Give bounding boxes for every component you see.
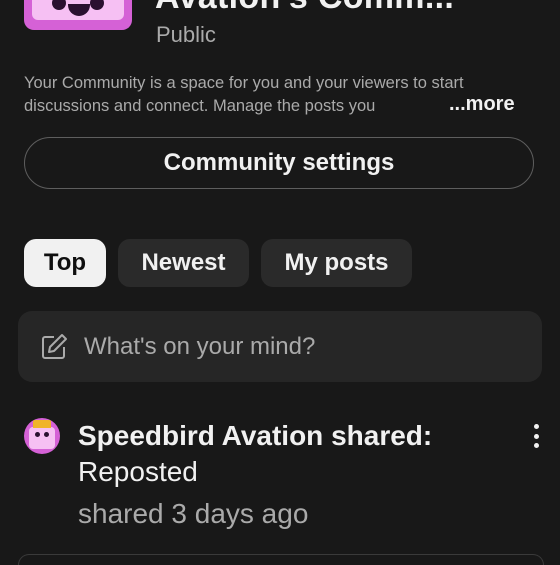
author-avatar[interactable] [24,418,60,454]
composer-placeholder: What's on your mind? [84,332,316,360]
chip-newest[interactable]: Newest [118,239,249,287]
description-line-2: discussions and connect. Manage the post… [24,97,376,115]
visibility-label: Public [156,22,216,47]
channel-title: Avation's Comm... [155,0,454,17]
community-settings-button[interactable]: Community settings [24,137,534,189]
chip-top[interactable]: Top [24,239,106,287]
more-vertical-icon[interactable] [526,420,546,452]
description-line-1: Your Community is a space for you and yo… [24,74,464,92]
edit-icon [42,333,67,359]
post-text: Reposted [78,456,198,487]
community-avatar [24,0,132,30]
post-timestamp: shared 3 days ago [78,498,309,529]
create-post-input[interactable]: What's on your mind? [18,311,542,382]
chip-my-posts[interactable]: My posts [261,239,412,287]
post-author[interactable]: Speedbird Avation shared: [78,420,432,452]
more-link[interactable]: ...more [447,93,515,116]
